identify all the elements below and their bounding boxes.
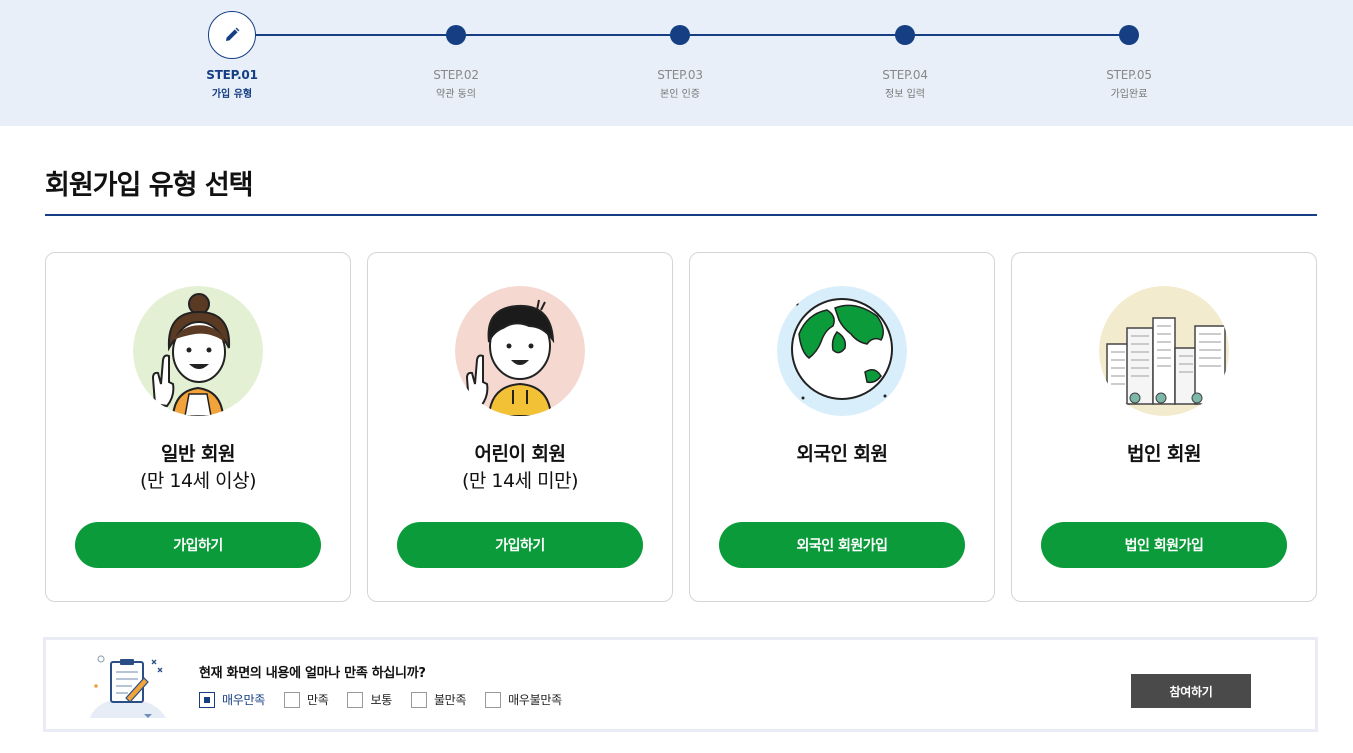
join-child-button[interactable]: 가입하기 <box>397 522 643 568</box>
card-subtitle: (만 14세 미만) <box>461 470 579 492</box>
option-label: 불만족 <box>433 693 467 707</box>
option-label: 만족 <box>306 693 329 707</box>
woman-pointing-illustration <box>133 286 263 416</box>
option-satisfied[interactable]: 만족 <box>283 691 329 708</box>
step-5-number: STEP.05 <box>1106 68 1152 82</box>
card-child-member: 어린이 회원 (만 14세 미만) 가입하기 <box>367 252 673 602</box>
option-label: 매우불만족 <box>508 693 562 707</box>
card-general-member: 일반 회원 (만 14세 이상) 가입하기 <box>45 252 351 602</box>
card-foreign-member: 외국인 회원 외국인 회원가입 <box>689 252 995 602</box>
step-1-number: STEP.01 <box>206 68 258 82</box>
globe-illustration <box>777 286 907 416</box>
checkbox[interactable] <box>485 691 502 708</box>
option-very-satisfied[interactable]: 매우만족 <box>199 691 265 708</box>
step-3-marker <box>670 25 690 45</box>
card-title: 법인 회원 <box>1126 443 1202 465</box>
step-5-label: 가입완료 <box>1110 89 1148 100</box>
option-label: 매우만족 <box>222 693 265 707</box>
checkbox[interactable] <box>283 691 300 708</box>
step-3-label: 본인 인증 <box>660 89 700 100</box>
step-4-marker <box>895 25 915 45</box>
card-corporate-member: 법인 회원 법인 회원가입 <box>1011 252 1317 602</box>
step-1-label: 가입 유형 <box>211 89 253 100</box>
card-title: 일반 회원 <box>160 443 236 465</box>
step-3-number: STEP.03 <box>657 68 703 82</box>
join-corporate-button[interactable]: 법인 회원가입 <box>1041 522 1287 568</box>
step-5-marker <box>1119 25 1139 45</box>
survey-question: 현재 화면의 내용에 얼마나 만족 하십니까? <box>199 666 426 681</box>
step-4-number: STEP.04 <box>882 68 928 82</box>
step-2-label: 약관 동의 <box>436 89 476 100</box>
satisfaction-survey: 현재 화면의 내용에 얼마나 만족 하십니까? 매우만족 만족 보통 불만족 매… <box>43 637 1318 732</box>
card-title: 어린이 회원 <box>474 443 566 465</box>
option-label: 보통 <box>370 693 392 707</box>
title-divider <box>45 214 1317 216</box>
option-neutral[interactable]: 보통 <box>347 691 392 708</box>
step-2-number: STEP.02 <box>433 68 479 82</box>
step-1-marker <box>208 11 256 59</box>
signup-stepper: STEP.01 가입 유형 STEP.02 약관 동의 STEP.03 본인 인… <box>0 0 1353 126</box>
page-title: 회원가입 유형 선택 <box>45 170 254 201</box>
step-4-label: 정보 입력 <box>885 89 925 100</box>
survey-options: 매우만족 만족 보통 불만족 매우불만족 <box>199 691 581 708</box>
pencil-icon <box>226 27 240 41</box>
option-very-dissatisfied[interactable]: 매우불만족 <box>485 691 562 708</box>
checkbox[interactable] <box>410 691 427 708</box>
child-pointing-illustration <box>455 286 585 416</box>
survey-submit-button[interactable]: 참여하기 <box>1131 674 1251 708</box>
join-general-button[interactable]: 가입하기 <box>75 522 321 568</box>
checkbox[interactable] <box>199 691 215 708</box>
card-subtitle: (만 14세 이상) <box>139 470 257 492</box>
checkbox[interactable] <box>347 691 364 708</box>
join-foreign-button[interactable]: 외국인 회원가입 <box>719 522 965 568</box>
option-dissatisfied[interactable]: 불만족 <box>410 691 467 708</box>
city-buildings-illustration <box>1099 286 1229 416</box>
step-2-marker <box>446 25 466 45</box>
clipboard-survey-icon <box>86 652 170 718</box>
card-title: 외국인 회원 <box>796 443 888 465</box>
